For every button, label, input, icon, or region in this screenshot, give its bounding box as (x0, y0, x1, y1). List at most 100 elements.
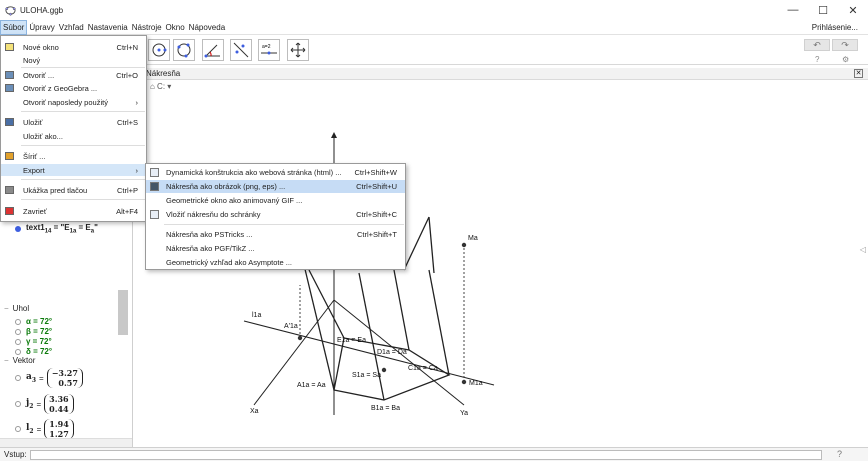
label-c: C1a = Ca (408, 365, 438, 372)
file-menu-item-shortcut: › (135, 165, 139, 175)
label-a: A1a = Aa (297, 382, 326, 389)
minimize-button[interactable]: — (778, 0, 808, 20)
move-graphics-tool[interactable] (287, 39, 309, 61)
vector-matrix: 3.36 0.44 (44, 394, 74, 414)
file-menu-item[interactable]: Otvoriť naposledy použitý › (1, 96, 146, 108)
visibility-toggle-icon[interactable] (15, 338, 21, 345)
file-menu-item[interactable]: Uložiť ako... (1, 130, 146, 142)
menu-separator (21, 111, 145, 112)
command-input[interactable] (30, 450, 822, 460)
svg-text:a=2: a=2 (262, 44, 271, 50)
export-menu-item-shortcut: Ctrl+Shift+W (354, 168, 397, 177)
clipboard-icon (150, 210, 159, 219)
file-menu-item[interactable]: Uložiť Ctrl+S (1, 116, 146, 128)
menu-bar: Súbor Úpravy Vzhľad Nastavenia Nástroje … (0, 19, 868, 35)
algebra-text-value: text114 = "E1a = Ea" (26, 223, 98, 235)
file-menu-item[interactable]: Ukážka pred tlačou Ctrl+P (1, 184, 146, 196)
algebra-horizontal-scrollbar[interactable] (0, 438, 132, 447)
menu-edit[interactable]: Úpravy (27, 20, 56, 35)
x-axis-line (253, 299, 335, 406)
graphics-canvas[interactable]: l1a A'1a E1a = Ea D1a = Da C1a = Ca S1a … (134, 95, 860, 445)
slider-tool[interactable]: a=2 (258, 39, 280, 61)
undo-button[interactable]: ↶ (804, 39, 830, 51)
circle-center-icon (152, 43, 167, 57)
menu-settings[interactable]: Nastavenia (86, 20, 130, 35)
export-menu-item-label: Nákresňa ako obrázok (png, eps) ... (166, 182, 286, 191)
export-menu-item-shortcut: Ctrl+Shift+T (356, 230, 397, 239)
export-menu-item[interactable]: Dynamická konštrukcia ako webová stránka… (146, 166, 405, 179)
circle-center-point-tool[interactable] (148, 39, 170, 61)
vector-subscript: 3 (31, 376, 37, 384)
file-menu-item[interactable]: Nové okno Ctrl+N (1, 41, 146, 53)
export-menu-item-label: Dynamická konštrukcia ako webová stránka… (166, 168, 342, 177)
gear-icon[interactable]: ⚙ (842, 55, 849, 64)
visibility-toggle-icon[interactable] (15, 426, 21, 432)
menu-tools[interactable]: Nástroje (130, 20, 164, 35)
menu-file[interactable]: Súbor (0, 19, 28, 35)
algebra-group-angle[interactable]: − Uhol (0, 302, 29, 315)
login-link[interactable]: Prihlásenie... (812, 20, 858, 35)
redo-button[interactable]: ↷ (832, 39, 858, 51)
file-menu-item[interactable]: Šíriť ... (1, 150, 146, 162)
prism-edge-1 (303, 264, 335, 391)
file-menu-item[interactable]: Otvoriť z GeoGebra ... (1, 82, 146, 94)
vector-matrix: −3.27 0.57 (46, 368, 83, 388)
input-help-icon[interactable]: ? (837, 449, 842, 459)
close-button[interactable]: ✕ (838, 0, 868, 20)
algebra-vector-row[interactable]: j2 = 3.36 0.44 (0, 392, 74, 416)
file-menu-item[interactable]: Otvoriť ... Ctrl+O (1, 69, 146, 81)
visibility-toggle-icon[interactable] (15, 225, 21, 232)
gif-icon (150, 196, 159, 205)
reflect-tool[interactable] (230, 39, 252, 61)
algebra-vector-row[interactable]: a3 = −3.27 0.57 (0, 366, 83, 390)
label-d: D1a = Da (377, 349, 407, 356)
close-view-icon[interactable]: ✕ (854, 69, 863, 78)
export-menu-item[interactable]: Geometrické okno ako animovaný GIF ... (146, 194, 405, 207)
export-menu-item[interactable]: Nákresňa ako obrázok (png, eps) ... Ctrl+… (146, 180, 405, 193)
side-panel-toggle-icon[interactable]: ◁ (860, 245, 866, 254)
open-folder-icon (5, 84, 14, 92)
graphics-view-header: Nákresňa ✕ (134, 68, 868, 80)
window-controls: — ☐ ✕ (778, 0, 868, 20)
file-menu-item-label: Otvoriť naposledy použitý (23, 97, 108, 107)
point-s[interactable] (381, 367, 387, 373)
label-a1a-prime: A'1a (284, 323, 298, 330)
algebra-text-row[interactable]: text114 = "E1a = Ea" (0, 222, 98, 235)
file-menu-item[interactable]: Nový (1, 54, 146, 66)
tree-collapse-icon[interactable]: − (4, 356, 9, 365)
input-label: Vstup: (4, 450, 27, 459)
export-menu-item[interactable]: Geometrický vzhľad ako Asymptote ... (146, 256, 405, 269)
point-ma[interactable] (461, 242, 467, 248)
vector-name: a3 (26, 372, 36, 384)
move-arrows-icon (290, 42, 306, 58)
algebra-scrollbar[interactable] (118, 290, 128, 335)
menu-help[interactable]: Nápoveda (187, 20, 227, 35)
point-a1a-prime[interactable] (297, 335, 303, 341)
file-menu-item-label: Nový (23, 55, 41, 65)
menu-view[interactable]: Vzhľad (57, 20, 86, 35)
file-menu-item[interactable]: Zavrieť Alt+F4 (1, 205, 146, 217)
export-menu-item[interactable]: Nákresňa ako PGF/TikZ ... (146, 242, 405, 255)
export-menu-item[interactable]: Vložiť nákresňu do schránky Ctrl+Shift+C (146, 208, 405, 221)
export-menu-item-shortcut: Ctrl+Shift+U (356, 182, 397, 191)
file-menu-item-label: Nové okno (23, 42, 59, 52)
html-page-icon (150, 168, 159, 177)
export-menu-item[interactable]: Nákresňa ako PSTricks ... Ctrl+Shift+T (146, 228, 405, 241)
graphics-style-bar[interactable]: ⌂ C: ▾ (150, 82, 171, 91)
menu-window[interactable]: Okno (164, 20, 187, 35)
point-m1a[interactable] (461, 379, 467, 385)
tree-collapse-icon[interactable]: − (4, 304, 9, 313)
angle-tool[interactable] (202, 39, 224, 61)
help-icon[interactable]: ? (815, 55, 819, 64)
visibility-toggle-icon[interactable] (15, 318, 21, 325)
maximize-button[interactable]: ☐ (808, 0, 838, 20)
file-menu-item-label: Uložiť ako... (23, 131, 63, 141)
title-bar: ULOHA.ggb — ☐ ✕ (0, 0, 868, 20)
reflect-icon (233, 42, 249, 58)
visibility-toggle-icon[interactable] (15, 328, 21, 335)
visibility-toggle-icon[interactable] (15, 401, 21, 407)
visibility-toggle-icon[interactable] (15, 375, 21, 381)
circle-three-points-tool[interactable] (173, 39, 195, 61)
menu-separator (21, 179, 145, 180)
file-menu-item[interactable]: Export › (1, 164, 146, 176)
